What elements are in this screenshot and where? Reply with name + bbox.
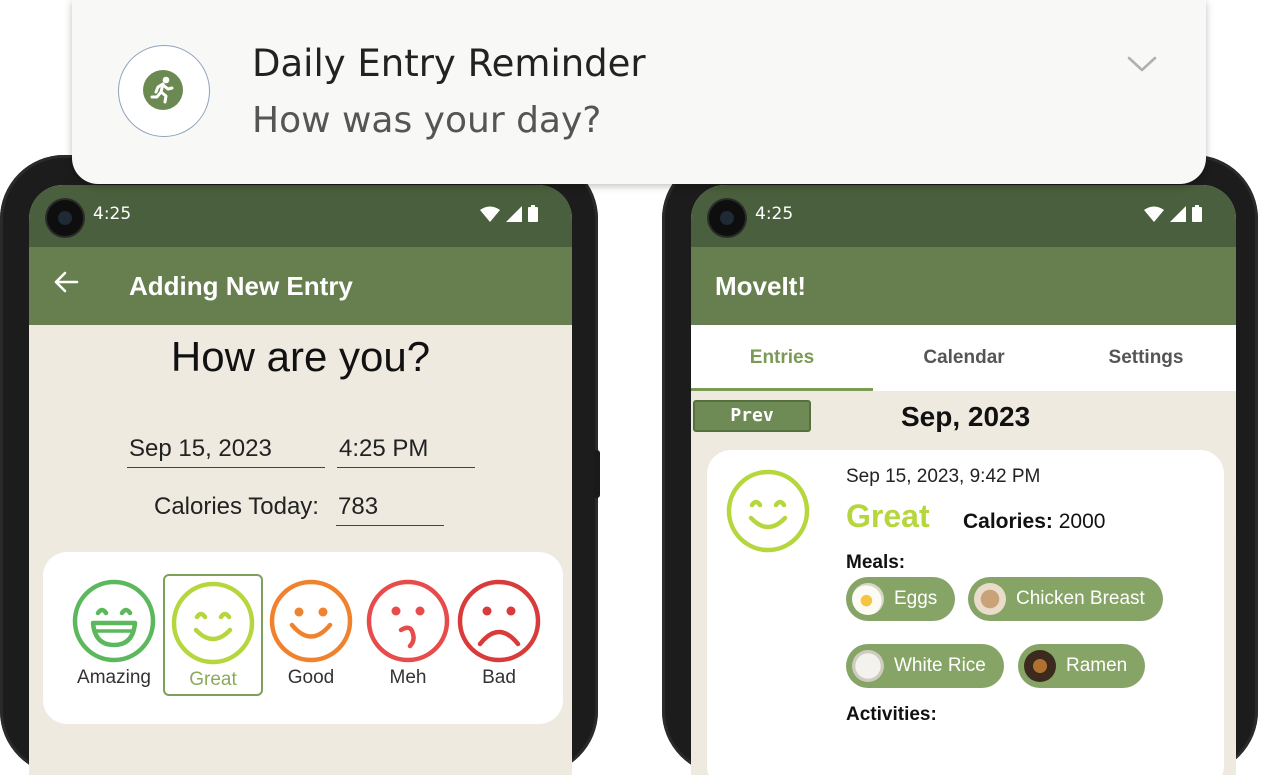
system-icons xyxy=(480,205,538,222)
eggs-thumbnail xyxy=(852,583,884,615)
add-entry-screen: 4:25 Adding New Entry How are you? Sep 1… xyxy=(29,185,572,775)
white-rice-thumbnail xyxy=(852,650,884,682)
entries-list: Prev Sep, 2023 Sep 15, 2023, 9:42 PM Gre… xyxy=(691,391,1236,775)
tab-entries[interactable]: Entries xyxy=(691,347,873,369)
signal-icon xyxy=(506,205,522,222)
happy-face-icon xyxy=(269,579,353,663)
mood-option-amazing[interactable]: Amazing xyxy=(66,578,162,689)
grin-face-icon xyxy=(72,579,156,663)
mood-label: Bad xyxy=(482,667,516,688)
calories-key: Calories: xyxy=(963,510,1053,533)
meal-chip-label: White Rice xyxy=(894,655,986,676)
mood-question: How are you? xyxy=(170,333,431,380)
camera-cutout xyxy=(47,200,83,236)
phone-left: 4:25 Adding New Entry How are you? Sep 1… xyxy=(0,155,600,775)
confused-face-icon xyxy=(366,579,450,663)
phone-right: 4:25 MoveIt! Entries Calendar Settings P… xyxy=(662,155,1258,775)
app-icon-badge xyxy=(143,70,183,110)
smile-face-icon xyxy=(726,469,810,553)
meals-label: Meals: xyxy=(846,552,906,573)
tab-calendar[interactable]: Calendar xyxy=(873,347,1055,369)
sad-face-icon xyxy=(457,579,541,663)
app-title: MoveIt! xyxy=(715,271,806,301)
reminder-notification[interactable]: Daily Entry Reminder How was your day? xyxy=(72,0,1206,184)
mood-label: Good xyxy=(287,667,335,688)
mood-selector: Amazing Great Good Meh Bad xyxy=(43,552,563,724)
mood-label: Amazing xyxy=(77,667,151,688)
battery-icon xyxy=(1192,205,1202,222)
chicken-breast-thumbnail xyxy=(974,583,1006,615)
page-title: Adding New Entry xyxy=(129,271,353,301)
meal-chip-label: Ramen xyxy=(1066,655,1128,676)
tab-settings[interactable]: Settings xyxy=(1055,347,1236,369)
meal-chip-eggs[interactable]: Eggs xyxy=(846,577,956,621)
volume-button xyxy=(593,450,600,498)
system-icons xyxy=(1144,205,1202,222)
mood-option-bad[interactable]: Bad xyxy=(451,578,547,689)
app-bar: MoveIt! xyxy=(691,247,1236,325)
mood-label: Great xyxy=(189,669,237,690)
wifi-icon xyxy=(1144,206,1164,222)
signal-icon xyxy=(1170,205,1186,222)
entry-card[interactable]: Sep 15, 2023, 9:42 PM Great Calories: 20… xyxy=(707,450,1224,775)
wifi-icon xyxy=(480,206,500,222)
mood-option-meh[interactable]: Meh xyxy=(360,578,456,689)
time-field[interactable]: 4:25 PM xyxy=(337,435,475,468)
smile-face-icon xyxy=(171,581,255,665)
activities-label: Activities: xyxy=(846,704,937,725)
mood-label: Meh xyxy=(389,667,427,688)
meal-chip-label: Chicken Breast xyxy=(1016,588,1145,609)
notification-title: Daily Entry Reminder xyxy=(252,42,646,85)
battery-icon xyxy=(528,205,538,222)
app-bar: Adding New Entry xyxy=(29,247,572,325)
entries-screen: 4:25 MoveIt! Entries Calendar Settings P… xyxy=(691,185,1236,775)
prev-month-button[interactable]: Prev xyxy=(693,400,811,432)
status-time: 4:25 xyxy=(93,204,132,224)
calories-value: 2000 xyxy=(1058,510,1106,533)
ramen-thumbnail xyxy=(1024,650,1056,682)
camera-cutout xyxy=(709,200,745,236)
entry-date: Sep 15, 2023, 9:42 PM xyxy=(846,466,1041,487)
meal-chip-white-rice[interactable]: White Rice xyxy=(846,644,1004,688)
calories-label: Calories Today: xyxy=(154,493,319,520)
meal-chip-ramen[interactable]: Ramen xyxy=(1018,644,1146,688)
month-title: Sep, 2023 xyxy=(901,401,1031,432)
status-bar: 4:25 xyxy=(29,185,572,247)
status-bar: 4:25 xyxy=(691,185,1236,247)
meal-chip-label: Eggs xyxy=(894,588,938,609)
running-person-icon xyxy=(150,76,174,104)
mood-option-good[interactable]: Good xyxy=(263,578,359,689)
app-icon xyxy=(118,45,210,137)
chevron-down-icon[interactable] xyxy=(1126,54,1158,74)
tab-bar: Entries Calendar Settings xyxy=(691,325,1236,391)
calories-input[interactable]: 783 xyxy=(336,493,444,526)
status-time: 4:25 xyxy=(755,204,794,224)
mood-option-great[interactable]: Great xyxy=(163,574,263,696)
entry-mood: Great xyxy=(846,498,930,534)
date-field[interactable]: Sep 15, 2023 xyxy=(127,435,325,468)
arrow-left-icon[interactable] xyxy=(53,269,79,301)
meal-chip-chicken-breast[interactable]: Chicken Breast xyxy=(968,577,1163,621)
entry-calories: Calories: 2000 xyxy=(963,510,1105,534)
notification-body: How was your day? xyxy=(252,100,602,141)
